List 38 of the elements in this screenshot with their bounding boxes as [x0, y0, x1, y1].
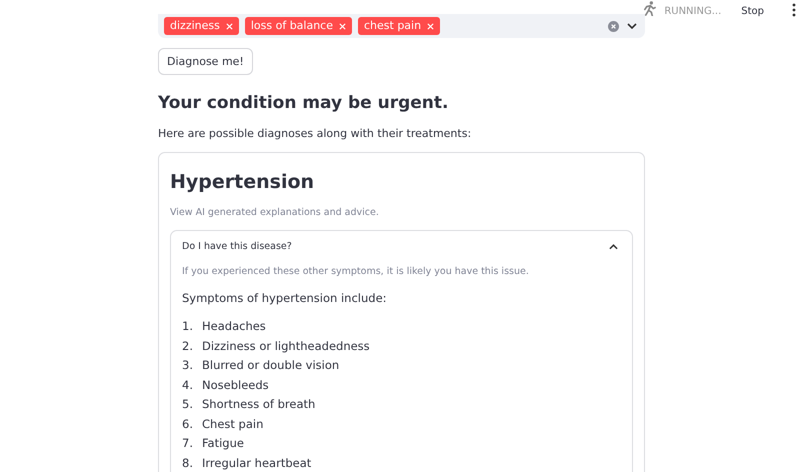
symptom-item: Blurred or double vision — [202, 358, 340, 374]
list-number: 6. — [182, 416, 194, 432]
list-number: 2. — [182, 338, 194, 354]
symptom-item: Shortness of breath — [202, 397, 316, 413]
list-number: 8. — [182, 456, 194, 472]
clear-icon[interactable] — [608, 20, 619, 32]
symptoms-lead: Symptoms of hypertension include: — [182, 291, 388, 305]
caption-text: View AI generated explanations and advice. — [170, 207, 380, 218]
diagnosis-title: Hypertension — [170, 171, 316, 193]
list-number: 1. — [182, 319, 194, 335]
chevron-up-icon[interactable] — [609, 244, 618, 250]
symptom-item: Irregular heartbeat — [202, 456, 312, 472]
symptom-item: Headaches — [202, 319, 266, 335]
stop-button[interactable]: Stop — [741, 6, 764, 16]
list-number: 3. — [182, 358, 194, 374]
symptom-item: Nosebleeds — [202, 378, 269, 394]
symptom-tag[interactable]: chest pain — [358, 17, 440, 35]
intro-text: Here are possible diagnoses along with their treatments: — [158, 127, 472, 140]
expander-header[interactable]: Do I have this disease? — [171, 231, 632, 258]
running-person-icon — [643, 0, 656, 16]
symptom-item: Fatigue — [202, 436, 244, 452]
running-status: RUNNING... — [664, 6, 722, 16]
result-heading: Your condition may be urgent. — [158, 93, 450, 113]
symptoms-multiselect[interactable]: dizziness loss of balance chest pain — [158, 14, 645, 38]
symptom-tag[interactable]: dizziness — [164, 17, 239, 35]
menu-icon[interactable] — [792, 3, 796, 17]
list-number: 7. — [182, 436, 194, 452]
list-number: 4. — [182, 378, 194, 394]
chevron-down-icon[interactable] — [627, 23, 637, 29]
symptom-item: Dizziness or lightheadedness — [202, 338, 370, 354]
diagnose-button[interactable]: Diagnose me! — [158, 48, 253, 75]
symptom-tag[interactable]: loss of balance — [244, 17, 352, 35]
expander-caption: If you experienced these other symptoms, it is likely you have this issue. — [182, 266, 530, 277]
list-number: 5. — [182, 397, 194, 413]
symptom-item: Chest pain — [202, 416, 264, 432]
remove-icon[interactable] — [427, 22, 434, 30]
remove-icon[interactable] — [226, 22, 233, 30]
remove-icon[interactable] — [339, 22, 346, 30]
